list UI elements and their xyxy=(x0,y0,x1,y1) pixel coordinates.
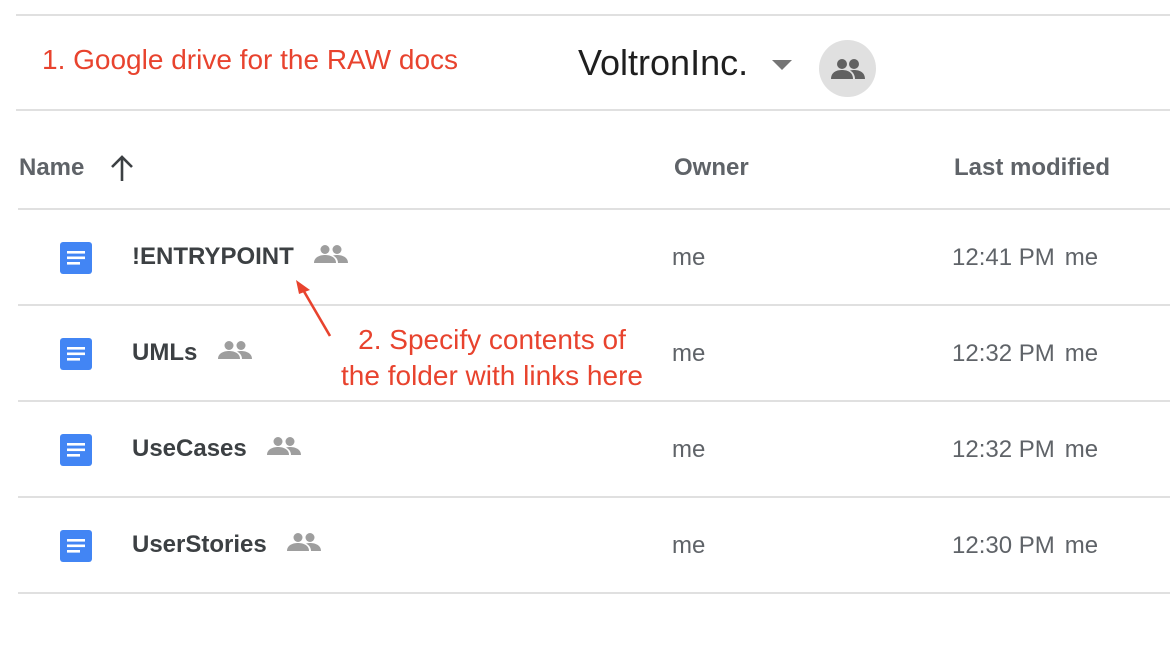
file-name-label: !ENTRYPOINT xyxy=(132,243,294,270)
doc-icon xyxy=(60,434,92,466)
column-header-name[interactable]: Name xyxy=(19,154,84,182)
doc-icon xyxy=(60,338,92,370)
doc-icon xyxy=(60,530,92,562)
annotation-note-2: 2. Specify contents of the folder with l… xyxy=(320,322,664,394)
modified-time: 12:32 PM xyxy=(952,436,1055,463)
file-name[interactable]: UserStories xyxy=(132,531,322,559)
modified-time: 12:41 PM xyxy=(952,244,1055,271)
drive-folder-view: 1. Google drive for the RAW docs Voltron… xyxy=(0,0,1170,650)
modified-time: 12:30 PM xyxy=(952,532,1055,559)
modified-by: me xyxy=(1064,244,1099,271)
last-modified-cell: 12:30 PM me xyxy=(952,532,1098,560)
last-modified-cell: 12:32 PM me xyxy=(952,340,1098,368)
file-row[interactable]: UseCases me 12:32 PM me xyxy=(18,402,1170,496)
folder-title[interactable]: VoltronInc. xyxy=(578,42,748,84)
file-row[interactable]: UserStories me 12:30 PM me xyxy=(18,498,1170,592)
caret-down-icon[interactable] xyxy=(770,58,794,72)
row-divider xyxy=(18,592,1170,594)
people-icon xyxy=(830,58,865,79)
shared-icon xyxy=(314,244,349,263)
annotation-note-2-line1: 2. Specify contents of xyxy=(358,324,626,355)
owner-cell: me xyxy=(672,532,706,559)
column-header-last-modified[interactable]: Last modified xyxy=(954,154,1110,182)
arrow-up-icon[interactable] xyxy=(108,154,136,184)
shared-icon xyxy=(267,436,302,455)
file-name-label: UMLs xyxy=(132,339,198,366)
shared-icon xyxy=(287,532,322,551)
file-name[interactable]: UMLs xyxy=(132,339,253,367)
header-divider xyxy=(16,109,1170,111)
doc-icon xyxy=(60,242,92,274)
share-button[interactable] xyxy=(819,40,876,97)
shared-icon xyxy=(218,340,253,359)
modified-time: 12:32 PM xyxy=(952,340,1055,367)
column-header-owner[interactable]: Owner xyxy=(674,154,749,182)
last-modified-cell: 12:32 PM me xyxy=(952,436,1098,464)
file-name[interactable]: UseCases xyxy=(132,435,302,463)
modified-by: me xyxy=(1064,532,1099,559)
modified-by: me xyxy=(1064,436,1099,463)
owner-cell: me xyxy=(672,244,706,271)
last-modified-cell: 12:41 PM me xyxy=(952,244,1098,272)
file-name-label: UseCases xyxy=(132,435,247,462)
file-name[interactable]: !ENTRYPOINT xyxy=(132,243,349,271)
file-name-label: UserStories xyxy=(132,531,267,558)
annotation-note-2-line2: the folder with links here xyxy=(341,360,643,391)
owner-cell: me xyxy=(672,340,706,367)
file-row[interactable]: !ENTRYPOINT me 12:41 PM me xyxy=(18,210,1170,304)
owner-cell: me xyxy=(672,436,706,463)
modified-by: me xyxy=(1064,340,1099,367)
top-divider xyxy=(16,14,1170,16)
annotation-note-1: 1. Google drive for the RAW docs xyxy=(42,44,459,75)
